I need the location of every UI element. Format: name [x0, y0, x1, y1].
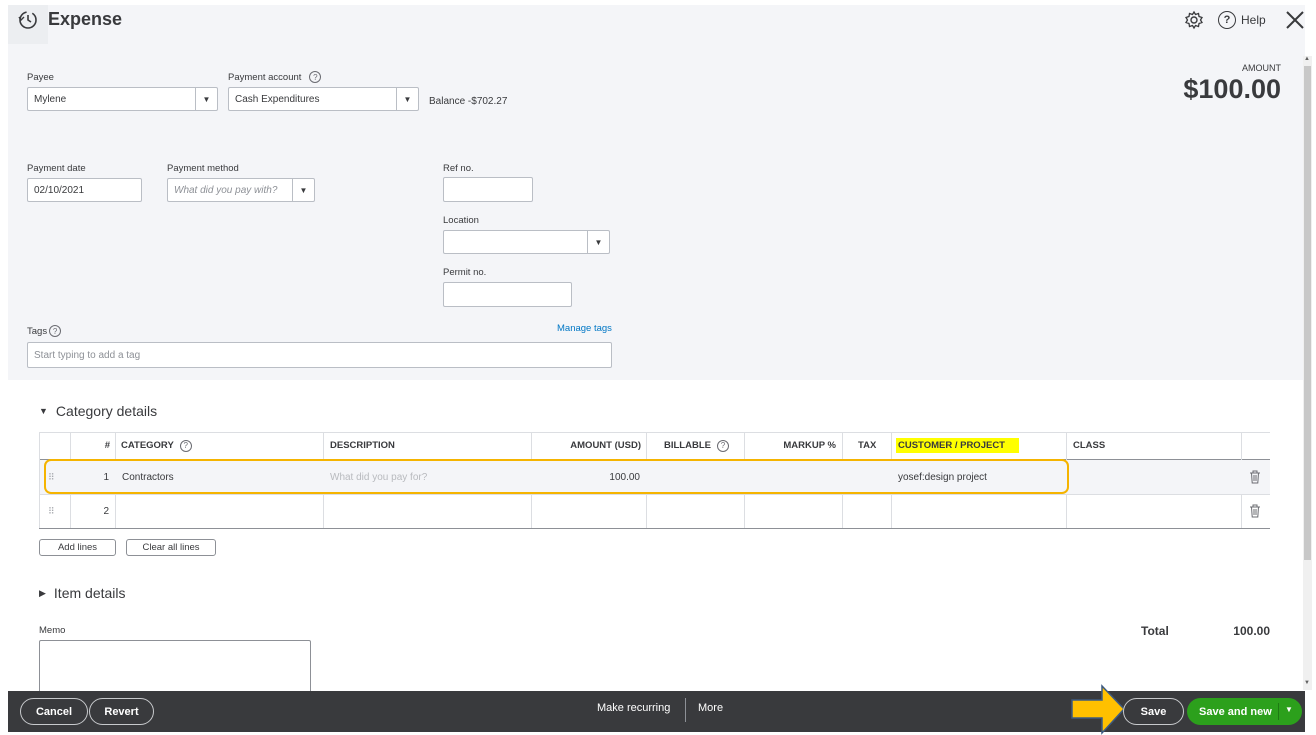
revert-button[interactable]: Revert: [89, 698, 154, 725]
amount-label: AMOUNT: [1242, 63, 1281, 73]
annotation-arrow-icon: [1070, 684, 1126, 735]
amount-value: $100.00: [1183, 74, 1281, 104]
col-header-tax: TAX: [858, 440, 877, 451]
save-and-new-dropdown-divider: [1278, 703, 1279, 720]
payment-date-field[interactable]: 02/10/2021: [27, 178, 142, 202]
make-recurring-link[interactable]: Make recurring: [597, 702, 670, 714]
location-label: Location: [443, 215, 479, 226]
col-header-billable: BILLABLE ?: [664, 432, 729, 459]
page-title: Expense: [48, 9, 123, 29]
collapse-triangle-icon: ▼: [39, 406, 48, 416]
tags-placeholder: Start typing to add a tag: [34, 349, 141, 361]
row-number: 2: [103, 506, 109, 517]
chevron-down-icon[interactable]: ▼: [292, 179, 314, 201]
payment-account-value: Cash Expenditures: [235, 93, 320, 105]
chevron-down-icon[interactable]: ▼: [587, 231, 609, 253]
col-header-markup: MARKUP %: [783, 440, 836, 451]
category-details-toggle[interactable]: ▼ Category details: [39, 403, 157, 419]
payment-date-label: Payment date: [27, 163, 86, 174]
table-bottom-border: [39, 528, 1270, 529]
payment-account-label: Payment account ?: [228, 71, 322, 83]
category-help-icon[interactable]: ?: [179, 439, 192, 452]
scroll-up-arrow-icon[interactable]: ▲: [1304, 56, 1310, 62]
drag-handle-icon[interactable]: ⠿: [48, 495, 55, 528]
payee-select[interactable]: Mylene ▼: [27, 87, 218, 111]
tags-help-icon[interactable]: ?: [49, 325, 62, 337]
payee-value: Mylene: [34, 93, 67, 105]
col-header-description: DESCRIPTION: [330, 440, 395, 451]
payment-method-select[interactable]: What did you pay with? ▼: [167, 178, 315, 202]
item-details-title: Item details: [53, 585, 126, 601]
memo-label: Memo: [39, 625, 66, 636]
total-label: Total: [1141, 624, 1169, 638]
chevron-down-icon[interactable]: ▼: [195, 88, 217, 110]
tags-input[interactable]: Start typing to add a tag: [27, 342, 612, 368]
col-header-amount: AMOUNT (USD): [570, 440, 641, 451]
payment-account-help-icon[interactable]: ?: [309, 71, 322, 83]
cancel-button[interactable]: Cancel: [20, 698, 88, 725]
clear-all-lines-button[interactable]: Clear all lines: [126, 539, 216, 556]
col-header-class: CLASS: [1073, 440, 1106, 451]
chevron-down-icon[interactable]: ▼: [396, 88, 418, 110]
add-lines-button[interactable]: Add lines: [39, 539, 116, 556]
col-header-customer: CUSTOMER / PROJECT: [896, 432, 1019, 459]
close-icon[interactable]: [1284, 9, 1306, 31]
scrollbar-thumb[interactable]: [1304, 66, 1311, 560]
save-button[interactable]: Save: [1123, 698, 1184, 725]
ref-no-input[interactable]: [443, 177, 533, 202]
ref-no-label: Ref no.: [443, 163, 474, 174]
trash-icon[interactable]: [1249, 502, 1263, 520]
row-annotation-outline: [44, 459, 1069, 494]
save-and-new-button[interactable]: Save and new ▼: [1187, 698, 1302, 725]
manage-tags-link[interactable]: Manage tags: [557, 323, 612, 334]
help-icon: ?: [1218, 11, 1236, 29]
chevron-down-icon[interactable]: ▼: [1285, 705, 1293, 714]
table-row-border: [39, 494, 1270, 495]
category-details-title: Category details: [55, 403, 158, 419]
footer-divider: [685, 698, 686, 722]
permit-no-label: Permit no.: [443, 267, 487, 278]
help-label: Help: [1241, 13, 1266, 27]
permit-no-input[interactable]: [443, 282, 572, 307]
scroll-down-arrow-icon[interactable]: ▼: [1304, 680, 1310, 686]
col-header-category: CATEGORY ?: [121, 432, 192, 459]
more-link[interactable]: More: [698, 702, 723, 714]
gear-icon[interactable]: [1184, 10, 1204, 30]
billable-help-icon[interactable]: ?: [716, 439, 729, 452]
location-select[interactable]: ▼: [443, 230, 610, 254]
save-and-new-label: Save and new: [1199, 705, 1272, 718]
payee-label: Payee: [27, 72, 54, 83]
col-header-num: #: [104, 440, 110, 451]
trash-icon[interactable]: [1249, 468, 1263, 486]
expand-triangle-icon: ▶: [39, 587, 46, 598]
payment-method-placeholder: What did you pay with?: [174, 184, 278, 196]
customer-header-highlight: CUSTOMER / PROJECT: [896, 438, 1019, 453]
total-value: 100.00: [1233, 624, 1270, 638]
recent-transactions-icon[interactable]: [17, 9, 39, 31]
memo-textarea[interactable]: [39, 640, 311, 695]
help-button[interactable]: ? Help: [1218, 10, 1266, 30]
payment-method-label: Payment method: [167, 163, 239, 174]
item-details-toggle[interactable]: ▶ Item details: [39, 585, 126, 601]
tags-label: Tags ?: [27, 325, 62, 337]
payment-account-select[interactable]: Cash Expenditures ▼: [228, 87, 419, 111]
account-balance: Balance -$702.27: [429, 96, 508, 107]
